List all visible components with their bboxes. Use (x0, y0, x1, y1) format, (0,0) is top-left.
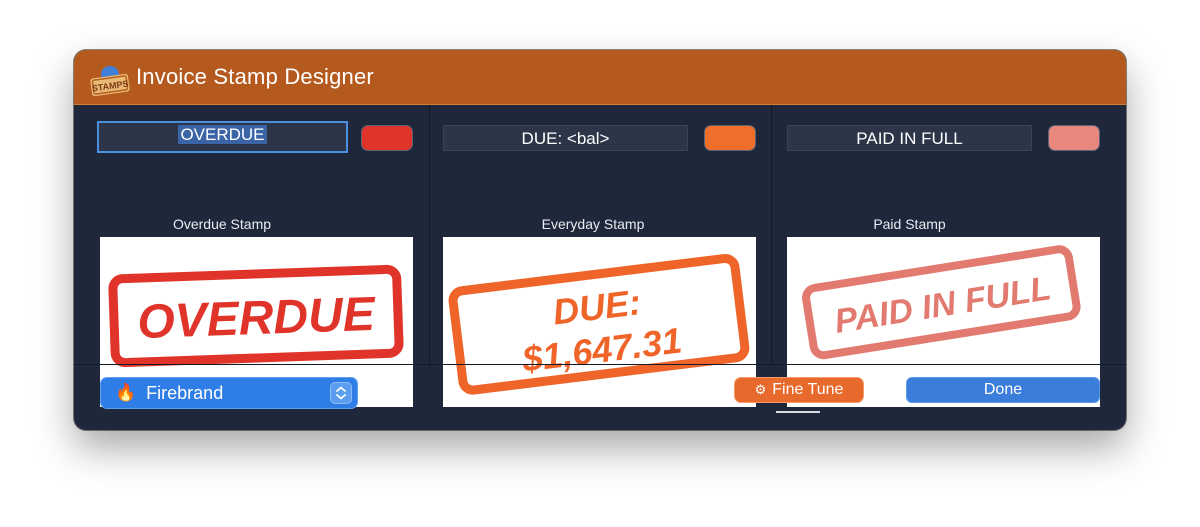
overdue-stamp-panel: OVERDUE Overdue Stamp OVERDUE (74, 105, 429, 407)
fine-tune-indicator (776, 411, 820, 413)
flame-icon: 🔥 (115, 383, 137, 402)
window-title: Invoice Stamp Designer (136, 64, 374, 89)
everyday-color-swatch[interactable] (704, 125, 756, 151)
paid-stamp-panel: PAID IN FULL Paid Stamp PAID IN FULL (772, 105, 1126, 407)
stamp-panels: OVERDUE Overdue Stamp OVERDUE DUE: <bal>… (74, 105, 1126, 407)
stamps-app-icon: STAMPS (90, 66, 130, 97)
paid-color-swatch[interactable] (1048, 125, 1100, 151)
paid-text-field[interactable]: PAID IN FULL (787, 125, 1032, 151)
done-label: Done (983, 381, 1023, 398)
overdue-caption: Overdue Stamp (172, 216, 272, 232)
everyday-stamp-preview: DUE: $1,647.31 (443, 237, 756, 407)
fine-tune-label: Fine Tune (772, 381, 844, 398)
preset-popup-button[interactable]: 🔥 Firebrand (100, 377, 358, 409)
overdue-color-swatch[interactable] (361, 125, 413, 151)
preset-label: Firebrand (146, 382, 224, 403)
footer-divider (74, 364, 1126, 365)
everyday-caption: Everyday Stamp (541, 216, 645, 232)
everyday-stamp-panel: DUE: <bal> Everyday Stamp DUE: $1,647.31 (430, 105, 771, 407)
paid-caption: Paid Stamp (873, 216, 946, 232)
overdue-text-field[interactable]: OVERDUE (97, 121, 348, 153)
overdue-text-value: OVERDUE (178, 125, 267, 144)
fine-tune-button[interactable]: ⚙ Fine Tune (734, 377, 864, 403)
overdue-preview-text: OVERDUE (137, 288, 378, 349)
title-bar: STAMPS Invoice Stamp Designer (74, 50, 1126, 105)
done-button[interactable]: Done (906, 377, 1100, 403)
stamp-designer-window: STAMPS Invoice Stamp Designer OVERDUE Ov… (74, 50, 1126, 430)
chevron-updown-icon (330, 382, 352, 404)
everyday-text-field[interactable]: DUE: <bal> (443, 125, 688, 151)
gear-icon: ⚙ (754, 382, 767, 397)
